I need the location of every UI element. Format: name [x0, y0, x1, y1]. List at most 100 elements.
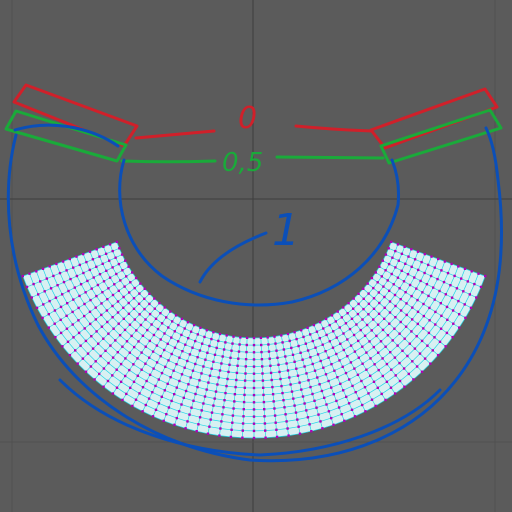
- mesh-vertex[interactable]: [280, 384, 283, 388]
- mesh-vertex[interactable]: [121, 345, 124, 348]
- mesh-vertex[interactable]: [384, 253, 388, 256]
- mesh-vertex[interactable]: [76, 362, 79, 365]
- mesh-vertex[interactable]: [308, 423, 311, 426]
- mesh-vertex[interactable]: [363, 386, 367, 389]
- mesh-vertex[interactable]: [198, 379, 201, 382]
- mesh-vertex[interactable]: [263, 408, 266, 411]
- mesh-vertex[interactable]: [200, 409, 203, 412]
- mesh-vertex[interactable]: [145, 379, 148, 383]
- mesh-vertex[interactable]: [271, 385, 274, 389]
- mesh-vertex[interactable]: [171, 320, 174, 323]
- mesh-vertex[interactable]: [102, 280, 106, 283]
- mesh-vertex[interactable]: [124, 357, 127, 360]
- mesh-vertex[interactable]: [344, 322, 348, 325]
- mesh-vertex[interactable]: [35, 270, 38, 273]
- mesh-vertex[interactable]: [132, 297, 136, 300]
- mesh-vertex[interactable]: [353, 350, 357, 353]
- mesh-vertex[interactable]: [289, 383, 292, 386]
- mesh-vertex[interactable]: [346, 355, 349, 358]
- mesh-vertex[interactable]: [141, 410, 144, 413]
- mesh-vertex[interactable]: [174, 314, 178, 317]
- mesh-vertex[interactable]: [387, 262, 391, 266]
- mesh-vertex[interactable]: [147, 397, 151, 400]
- mesh-vertex[interactable]: [83, 302, 86, 306]
- mesh-vertex[interactable]: [324, 350, 327, 353]
- mesh-vertex[interactable]: [115, 368, 118, 371]
- mesh-vertex[interactable]: [116, 311, 120, 314]
- mesh-vertex[interactable]: [252, 429, 256, 433]
- mesh-vertex[interactable]: [484, 274, 487, 278]
- mesh-vertex[interactable]: [43, 290, 46, 293]
- mesh-vertex[interactable]: [365, 351, 368, 354]
- mesh-vertex[interactable]: [284, 355, 287, 358]
- mesh-vertex[interactable]: [245, 336, 249, 339]
- mesh-vertex[interactable]: [341, 365, 344, 368]
- mesh-vertex[interactable]: [335, 399, 338, 403]
- mesh-vertex[interactable]: [319, 359, 322, 363]
- mesh-vertex[interactable]: [470, 270, 473, 273]
- mesh-vertex[interactable]: [243, 379, 247, 382]
- mesh-vertex[interactable]: [252, 408, 256, 411]
- mesh-vertex[interactable]: [354, 391, 357, 394]
- mesh-vertex[interactable]: [189, 376, 192, 379]
- mesh-vertex[interactable]: [312, 323, 316, 327]
- mesh-vertex[interactable]: [131, 404, 134, 408]
- mesh-vertex[interactable]: [342, 306, 345, 309]
- mesh-vertex[interactable]: [242, 408, 245, 411]
- mesh-vertex[interactable]: [88, 310, 92, 313]
- mesh-vertex[interactable]: [111, 374, 114, 377]
- mesh-vertex[interactable]: [406, 354, 409, 358]
- mesh-vertex[interactable]: [66, 302, 69, 305]
- mesh-vertex[interactable]: [53, 322, 56, 325]
- mesh-vertex[interactable]: [298, 432, 302, 435]
- mesh-vertex[interactable]: [272, 400, 275, 403]
- mesh-vertex[interactable]: [301, 358, 304, 361]
- mesh-vertex[interactable]: [416, 250, 420, 253]
- mesh-vertex[interactable]: [275, 435, 279, 439]
- mesh-vertex[interactable]: [166, 382, 169, 385]
- mesh-vertex[interactable]: [415, 365, 419, 368]
- mesh-vertex[interactable]: [340, 316, 343, 319]
- mesh-vertex[interactable]: [69, 277, 72, 281]
- mesh-vertex[interactable]: [330, 386, 333, 389]
- mesh-vertex[interactable]: [163, 332, 166, 335]
- mesh-vertex[interactable]: [122, 317, 125, 320]
- mesh-vertex[interactable]: [399, 320, 402, 324]
- mesh-vertex[interactable]: [396, 243, 400, 246]
- mesh-vertex[interactable]: [139, 282, 142, 285]
- mesh-vertex[interactable]: [208, 344, 211, 348]
- mesh-vertex[interactable]: [143, 297, 146, 300]
- mesh-vertex[interactable]: [235, 378, 238, 382]
- mesh-vertex[interactable]: [244, 365, 247, 368]
- mesh-vertex[interactable]: [377, 312, 381, 315]
- mesh-vertex[interactable]: [157, 402, 161, 405]
- mesh-vertex[interactable]: [90, 335, 93, 338]
- mesh-vertex[interactable]: [143, 287, 146, 290]
- mesh-vertex[interactable]: [154, 317, 158, 320]
- mesh-vertex[interactable]: [75, 255, 78, 258]
- mesh-vertex[interactable]: [337, 406, 341, 409]
- mesh-vertex[interactable]: [244, 358, 248, 361]
- mesh-vertex[interactable]: [385, 362, 389, 366]
- mesh-vertex[interactable]: [65, 327, 69, 330]
- mesh-vertex[interactable]: [287, 434, 290, 437]
- mesh-vertex[interactable]: [137, 302, 141, 305]
- mesh-vertex[interactable]: [264, 436, 267, 439]
- mesh-vertex[interactable]: [181, 350, 184, 353]
- mesh-vertex[interactable]: [352, 307, 355, 310]
- mesh-vertex[interactable]: [344, 371, 348, 375]
- mesh-vertex[interactable]: [252, 386, 256, 390]
- mesh-vertex[interactable]: [381, 259, 384, 262]
- mesh-vertex[interactable]: [321, 343, 324, 346]
- mesh-vertex[interactable]: [357, 397, 361, 400]
- mesh-vertex[interactable]: [353, 415, 357, 418]
- mesh-vertex[interactable]: [106, 298, 109, 301]
- mesh-vertex[interactable]: [48, 265, 51, 268]
- mesh-vertex[interactable]: [162, 419, 165, 422]
- mesh-vertex[interactable]: [313, 399, 316, 402]
- mesh-vertex[interactable]: [252, 436, 256, 440]
- mesh-vertex[interactable]: [283, 406, 286, 409]
- mesh-vertex[interactable]: [245, 350, 248, 354]
- mesh-vertex[interactable]: [159, 338, 162, 341]
- mesh-vertex[interactable]: [388, 322, 391, 325]
